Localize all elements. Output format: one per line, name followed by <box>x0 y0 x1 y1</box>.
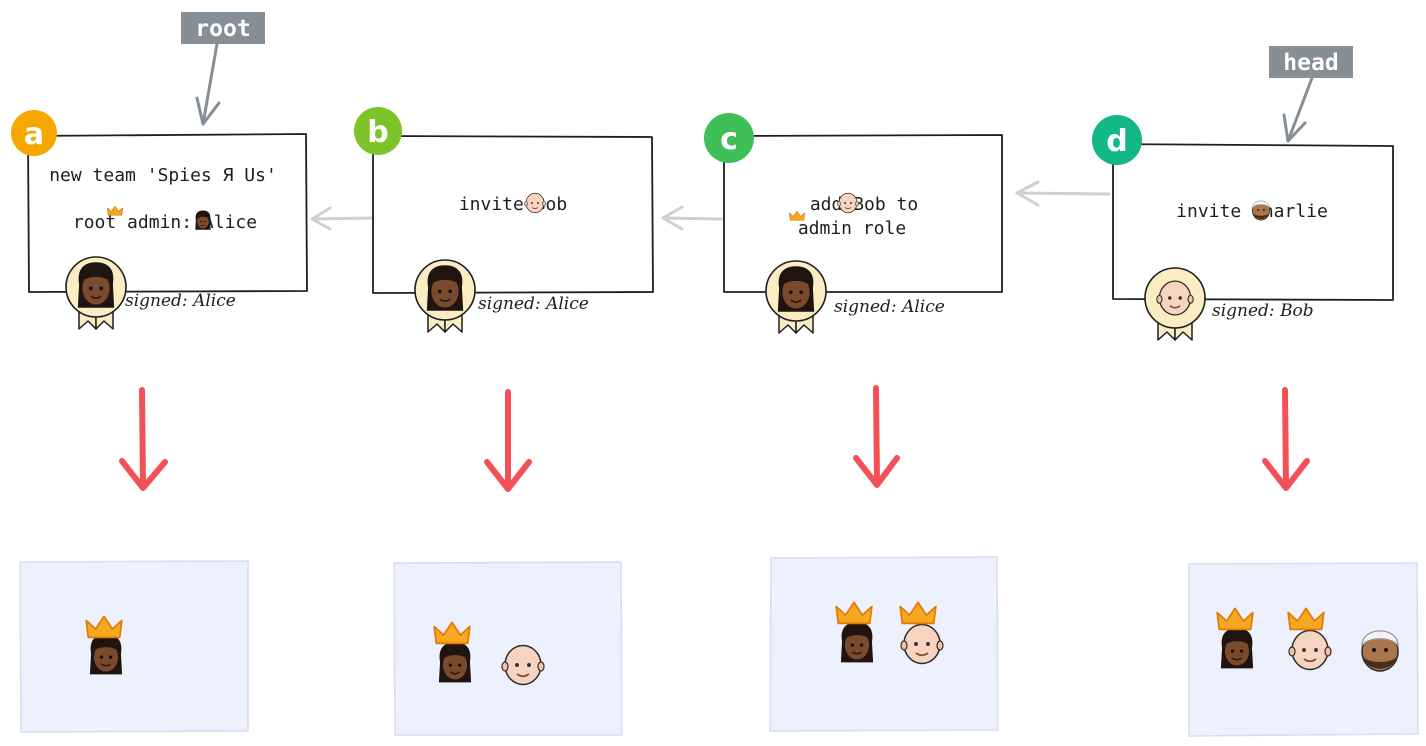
link-a-line-1: new team 'Spies Я Us' <box>49 165 277 186</box>
link-d: invite Charlie signed: Bob d <box>1092 115 1394 341</box>
alice-face-icon <box>89 633 123 676</box>
charlie-face-icon <box>1361 630 1399 672</box>
head-marker: head <box>1269 46 1353 143</box>
link-d-signature: signed: Bob <box>1212 301 1314 321</box>
link-d-line-1: invite Charlie <box>1176 201 1328 222</box>
alice-face-icon <box>194 210 212 231</box>
team-state-1 <box>19 560 249 733</box>
badge-a-label: a <box>24 117 44 152</box>
pointer-c-to-b <box>661 205 723 231</box>
alice-signer-icon <box>426 264 464 312</box>
alice-face-icon <box>438 641 472 684</box>
badge-d-label: d <box>1106 124 1127 159</box>
link-c: add Bob to admin role signed: Alice c <box>704 113 1003 334</box>
root-marker: root <box>181 12 265 126</box>
link-a-signature: signed: Alice <box>125 291 236 311</box>
alice-face-icon <box>1220 627 1254 670</box>
link-c-signature: signed: Alice <box>834 297 945 317</box>
arrow-b-to-state <box>484 389 532 492</box>
badge-c: c <box>704 113 754 163</box>
team-chain-diagram: root head new team 'Spies Я Us' root adm… <box>11 12 1419 737</box>
signature-seal-b <box>414 259 476 333</box>
link-b: invite Bob signed: Alice b <box>354 107 654 333</box>
head-marker-label: head <box>1283 50 1338 76</box>
badge-a: a <box>11 110 57 156</box>
alice-face-icon <box>840 621 874 664</box>
root-marker-label: root <box>195 16 250 42</box>
signature-seal-a <box>65 256 127 330</box>
badge-d: d <box>1092 115 1142 165</box>
link-a: new team 'Spies Я Us' root admin: Alice … <box>11 110 308 330</box>
arrow-d-to-state <box>1262 387 1310 491</box>
signature-seal-d <box>1144 267 1206 341</box>
arrow-a-to-state <box>119 387 168 491</box>
arrow-c-to-state <box>853 385 900 488</box>
badge-b: b <box>354 107 402 155</box>
link-c-line-2: admin role <box>798 218 906 239</box>
link-b-signature: signed: Alice <box>478 294 589 314</box>
badge-b-label: b <box>367 115 388 150</box>
link-a-line-2: root admin: Alice <box>73 212 257 233</box>
link-c-line-1: add Bob to <box>810 194 918 215</box>
alice-signer-icon <box>77 261 115 309</box>
pointer-b-to-a <box>310 206 373 231</box>
member-charlie <box>1361 630 1399 672</box>
team-state-2 <box>393 561 623 736</box>
signature-seal-c <box>765 260 827 334</box>
link-b-line-1: invite Bob <box>459 194 567 215</box>
charlie-face-icon <box>1251 200 1271 221</box>
member-alice-admin <box>1216 607 1254 670</box>
team-state-3 <box>769 556 999 732</box>
state-arrows <box>119 385 1310 492</box>
alice-signer-icon <box>777 265 815 313</box>
pointer-d-to-c <box>1015 180 1111 207</box>
team-state-4 <box>1188 562 1419 737</box>
badge-c-label: c <box>720 122 738 157</box>
member-alice-admin <box>85 615 123 676</box>
